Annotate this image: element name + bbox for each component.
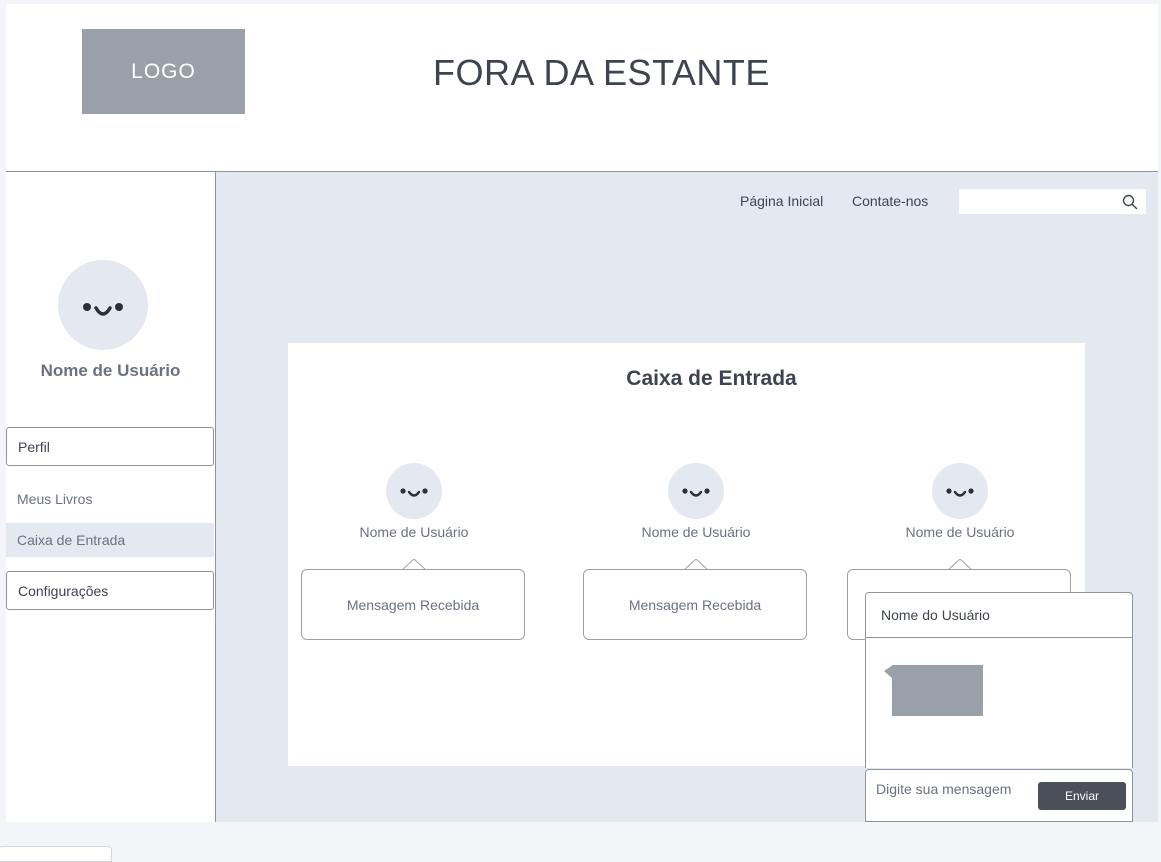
sidebar-item-meus-livros[interactable]: Meus Livros [6, 482, 214, 516]
message-username: Nome de Usuário [905, 524, 1015, 540]
sidebar-item-label: Caixa de Entrada [17, 532, 126, 548]
message-text: Mensagem Recebida [346, 596, 480, 613]
search-input[interactable] [959, 189, 1117, 216]
message-username: Nome de Usuário [359, 524, 469, 540]
chat-message-bubble [892, 665, 983, 716]
inbox-title: Caixa de Entrada [626, 367, 797, 390]
chat-composer: Enviar [865, 769, 1133, 822]
chat-messages [865, 638, 1133, 768]
search-box [959, 189, 1146, 216]
sidebar-item-configuracoes[interactable]: Configurações [6, 571, 214, 610]
chat-header-name: Nome do Usuário [881, 607, 990, 623]
sidebar-item-caixa-de-entrada[interactable]: Caixa de Entrada [6, 523, 214, 557]
nav-link-contact[interactable]: Contate-nos [852, 193, 928, 209]
message-bubble[interactable]: Mensagem Recebida [583, 569, 807, 640]
message-text: Mensagem Recebida [628, 596, 762, 613]
sidebar-username: Nome de Usuário [40, 361, 181, 380]
logo[interactable]: LOGO [82, 29, 245, 114]
smiley-face-icon [83, 303, 123, 316]
avatar [668, 463, 724, 519]
sidebar-item-perfil[interactable]: Perfil [6, 427, 214, 466]
chat-window: Nome do Usuário Enviar [865, 592, 1133, 822]
site-title: FORA DA ESTANTE [433, 52, 770, 93]
sidebar-item-label: Perfil [18, 438, 50, 455]
smiley-face-icon [946, 488, 974, 497]
message-bubble[interactable]: Mensagem Recebida [301, 569, 525, 640]
sidebar-item-label: Configurações [18, 582, 109, 599]
sidebar-item-label: Meus Livros [17, 491, 93, 507]
avatar [932, 463, 988, 519]
message-username: Nome de Usuário [641, 524, 751, 540]
sidebar: Nome de Usuário Perfil Meus Livros Caixa… [6, 172, 216, 822]
chat-header[interactable]: Nome do Usuário [865, 592, 1133, 638]
chat-message-input[interactable] [874, 780, 1038, 798]
logo-text: LOGO [131, 59, 196, 83]
smiley-face-icon [682, 488, 710, 497]
avatar [386, 463, 442, 519]
smiley-face-icon [400, 488, 428, 497]
nav-link-home[interactable]: Página Inicial [740, 193, 823, 209]
avatar [58, 260, 148, 350]
bottom-tab[interactable] [0, 846, 112, 862]
send-button[interactable]: Enviar [1038, 782, 1126, 810]
search-icon[interactable] [1122, 194, 1138, 210]
site-header: LOGO FORA DA ESTANTE [6, 4, 1158, 172]
